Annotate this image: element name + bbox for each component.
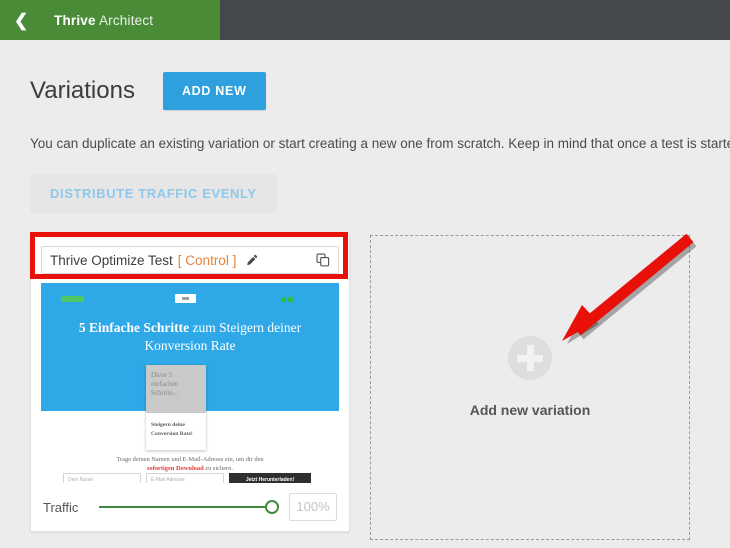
thumbnail-optin-form: Dein Name E-Mail Adresse Jetzt Herunterl… <box>63 473 311 483</box>
thumbnail-name-input: Dein Name <box>63 473 141 483</box>
variation-name: Thrive Optimize Test <box>50 252 173 268</box>
page-title: Variations <box>30 77 135 104</box>
thumbnail-nav-dot-2 <box>288 297 293 302</box>
thumbnail-form-intro-line1: Trage deinen Namen und E-Mail-Adresse ei… <box>116 456 264 463</box>
brand-bold-text: Thrive <box>54 12 96 28</box>
traffic-slider[interactable] <box>99 498 279 516</box>
traffic-row: Traffic 100% <box>41 483 339 531</box>
plus-circle-icon[interactable] <box>508 336 552 380</box>
thumbnail-ebook-top: Diese 5 einfachen Schritte... <box>146 365 206 413</box>
thumbnail-ebook-subtitle: Steigern deine Conversion Rate! <box>151 422 193 437</box>
thumbnail-form-intro-bold: sofortigen Download <box>147 465 204 472</box>
thumbnail-nav-dot-1 <box>281 297 286 302</box>
app-top-bar: ❮ Thrive Architect <box>0 0 730 40</box>
thumbnail-ebook-cover: Diese 5 einfachen Schritte... Steigern d… <box>146 365 206 450</box>
traffic-label: Traffic <box>43 499 79 515</box>
thumbnail-headline: 5 Einfache Schritte zum Steigern deiner … <box>41 319 339 355</box>
variation-thumbnail[interactable]: 5 Einfache Schritte zum Steigern deiner … <box>41 283 339 483</box>
page-header-row: Variations ADD NEW <box>0 40 730 110</box>
traffic-slider-handle[interactable] <box>265 500 279 514</box>
add-new-variation-label: Add new variation <box>469 402 591 418</box>
distribute-traffic-evenly-button[interactable]: DISTRIBUTE TRAFFIC EVENLY <box>30 174 277 213</box>
page-description: You can duplicate an existing variation … <box>30 136 730 151</box>
variation-control-badge: [ Control ] <box>177 252 237 268</box>
pencil-icon[interactable] <box>245 254 258 267</box>
thumbnail-form-intro-line2: zu sichern. <box>203 465 233 472</box>
thumbnail-headline-bold: 5 Einfache Schritte <box>78 320 190 335</box>
traffic-value-input[interactable]: 100% <box>289 493 337 521</box>
topbar-brand-panel: ❮ Thrive Architect <box>0 0 220 40</box>
variation-card: Thrive Optimize Test [ Control ] 5 Einfa… <box>30 235 350 532</box>
page-content: Variations ADD NEW You can duplicate an … <box>0 40 730 548</box>
thumbnail-logo-pill <box>61 296 84 302</box>
variations-row: Thrive Optimize Test [ Control ] 5 Einfa… <box>0 235 730 540</box>
thumbnail-form-intro: Trage deinen Namen und E-Mail-Adresse ei… <box>41 455 339 473</box>
add-new-button[interactable]: ADD NEW <box>162 72 266 110</box>
thumbnail-ebook-title: Diese 5 einfachen Schritte... <box>151 371 179 397</box>
chevron-left-icon[interactable]: ❮ <box>14 12 36 29</box>
brand-light-text: Architect <box>98 12 154 28</box>
thumbnail-nav-box <box>175 294 196 303</box>
app-brand-name: Thrive Architect <box>54 13 153 28</box>
variation-name-bar[interactable]: Thrive Optimize Test [ Control ] <box>41 246 339 274</box>
thumbnail-email-input: E-Mail Adresse <box>146 473 224 483</box>
copy-icon[interactable] <box>316 253 330 267</box>
traffic-slider-track <box>99 506 277 508</box>
thumbnail-submit-button: Jetzt Herunterladen! <box>229 473 311 483</box>
add-new-variation-dropzone[interactable]: Add new variation <box>370 235 690 540</box>
